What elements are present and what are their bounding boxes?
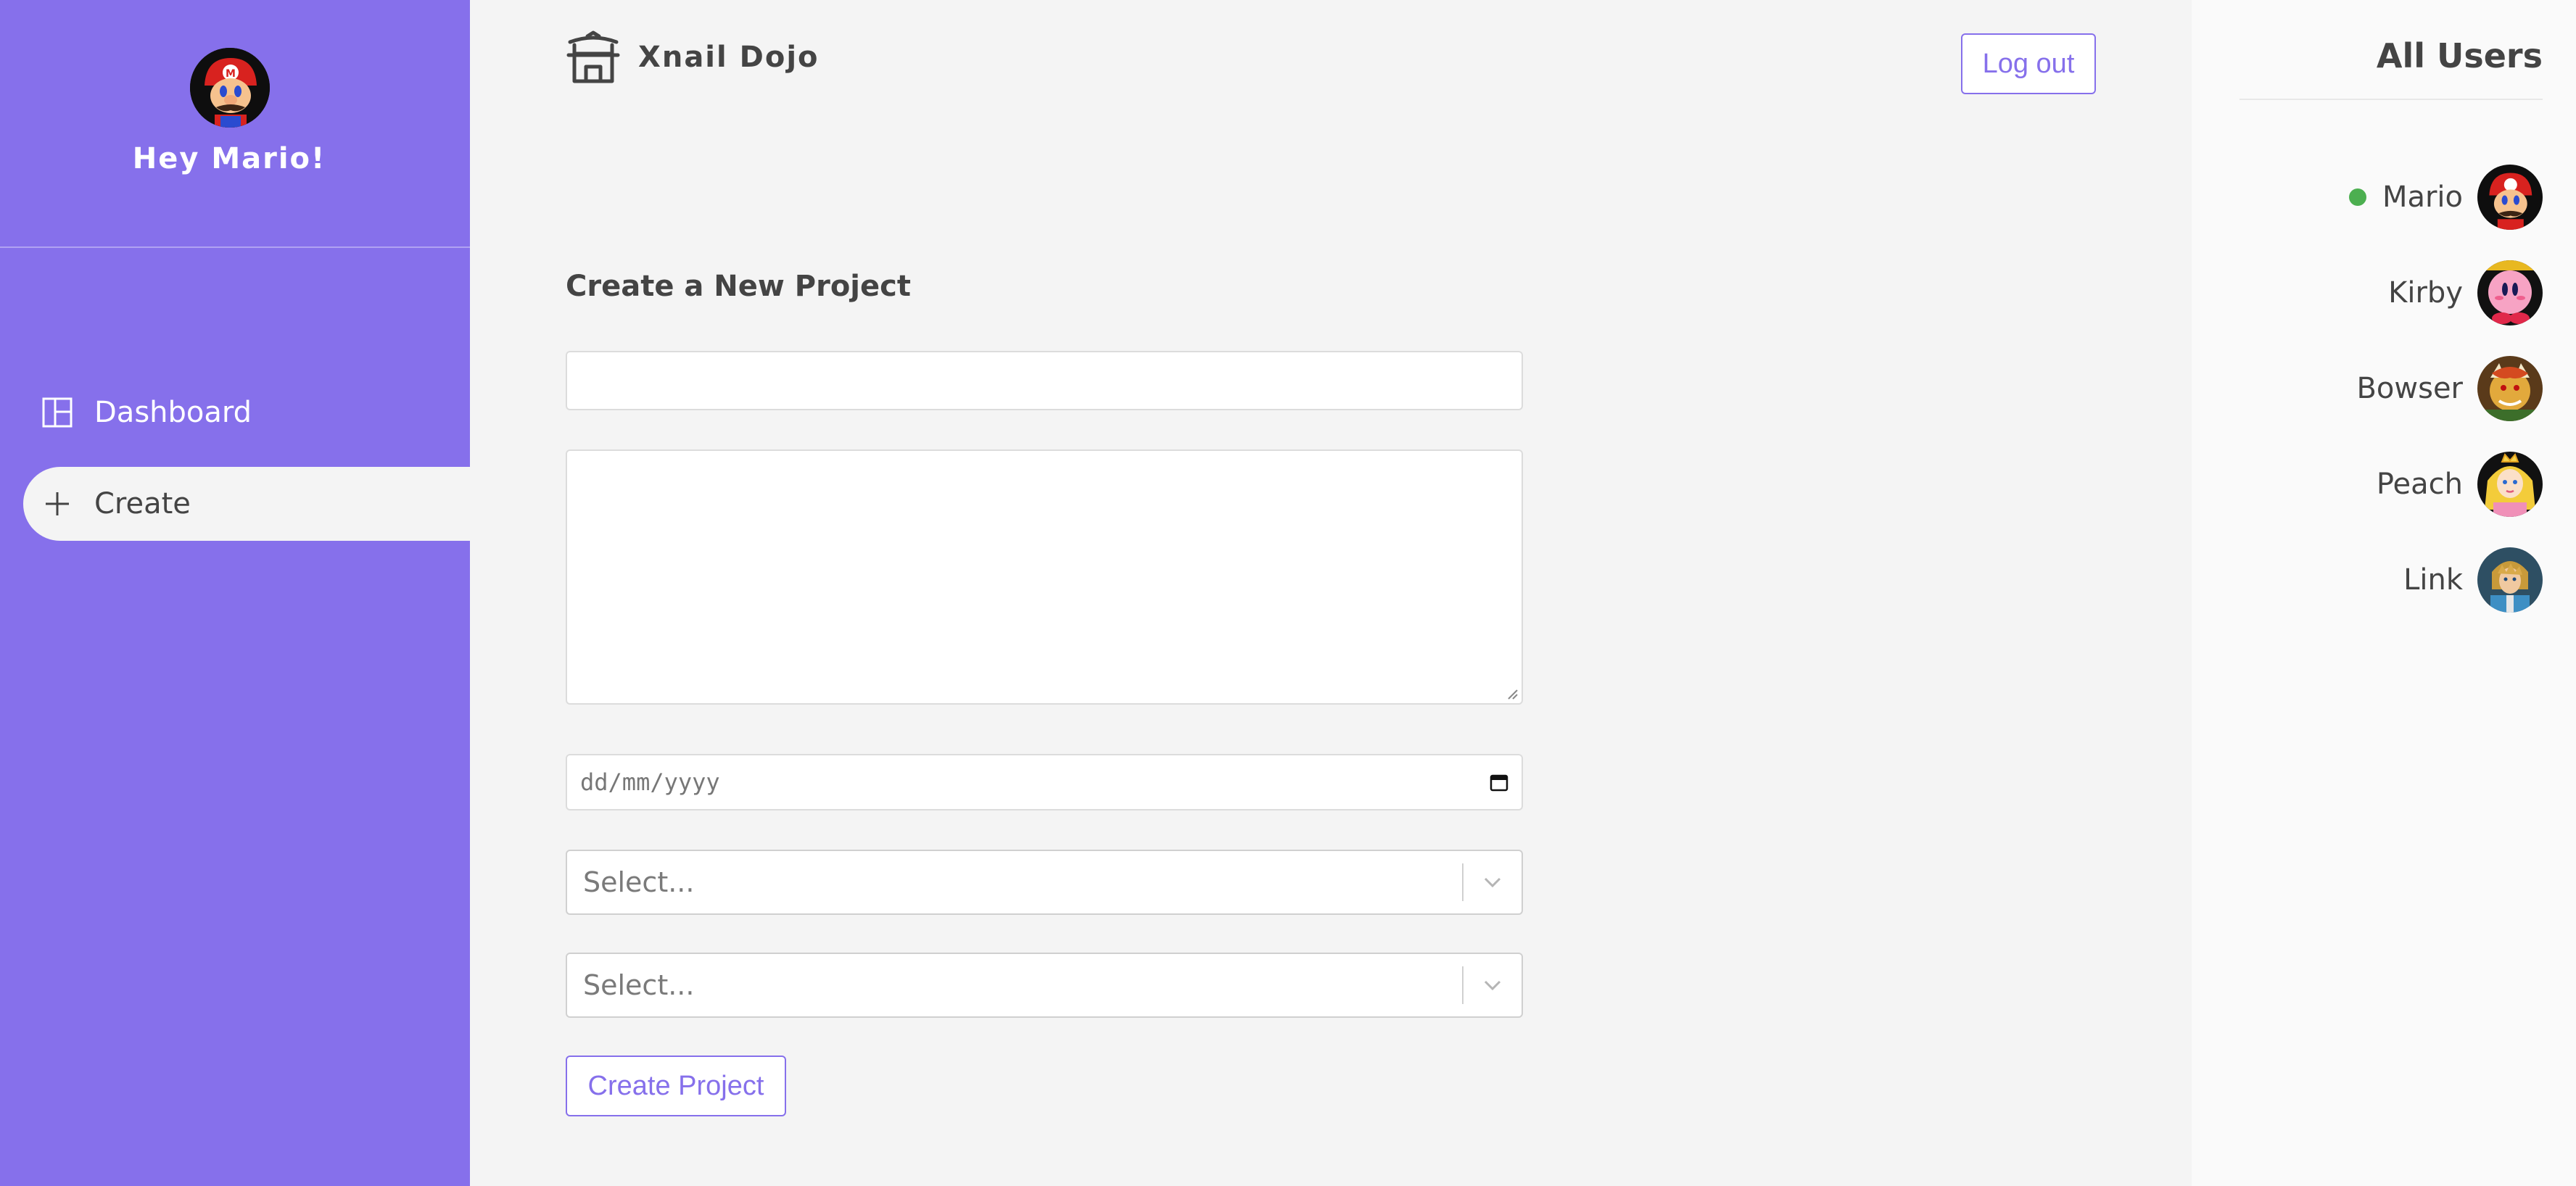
nav-label-dashboard: Dashboard bbox=[94, 396, 252, 429]
peach-avatar-icon bbox=[2477, 452, 2543, 517]
nav-item-create[interactable]: Create bbox=[23, 467, 470, 541]
users-panel-title: All Users bbox=[2376, 36, 2543, 75]
project-name-input[interactable] bbox=[566, 351, 1523, 410]
mario-avatar-icon bbox=[2477, 165, 2543, 230]
due-date-input[interactable]: dd/mm/yyyy bbox=[566, 754, 1523, 810]
user-avatar: M bbox=[190, 48, 270, 128]
link-avatar-icon bbox=[2477, 547, 2543, 613]
date-placeholder: dd/mm/yyyy bbox=[580, 768, 720, 796]
svg-text:M: M bbox=[226, 68, 236, 80]
chevron-down-icon[interactable] bbox=[1464, 876, 1522, 889]
calendar-icon[interactable] bbox=[1490, 773, 1508, 792]
user-list-item: Link bbox=[2403, 547, 2543, 613]
user-list-item: Bowser bbox=[2356, 356, 2543, 421]
user-name: Link bbox=[2403, 563, 2463, 597]
sidebar-user: M Hey Mario! bbox=[0, 0, 470, 248]
user-name: Peach bbox=[2376, 468, 2463, 501]
create-project-button[interactable]: Create Project bbox=[566, 1056, 786, 1116]
chevron-down-icon[interactable] bbox=[1464, 979, 1522, 992]
logout-button[interactable]: Log out bbox=[1961, 33, 2096, 94]
dojo-temple-icon bbox=[566, 30, 621, 86]
mario-avatar-icon: M bbox=[190, 48, 270, 128]
divider bbox=[2239, 99, 2543, 100]
category-select[interactable]: Select... bbox=[566, 850, 1523, 915]
user-name: Kirby bbox=[2388, 276, 2463, 310]
project-details-textarea[interactable] bbox=[566, 449, 1523, 705]
brand-name[interactable]: Xnail Dojo bbox=[638, 41, 820, 74]
user-list-item: Mario bbox=[2348, 165, 2543, 230]
kirby-avatar-icon bbox=[2477, 260, 2543, 325]
user-name: Mario bbox=[2382, 181, 2463, 214]
bowser-avatar-icon bbox=[2477, 356, 2543, 421]
user-name: Bowser bbox=[2356, 372, 2463, 405]
sidebar: M Hey Mario! Dashboard Create bbox=[0, 0, 470, 1186]
user-list-item: Peach bbox=[2377, 452, 2543, 517]
online-status-icon bbox=[2348, 188, 2366, 206]
dashboard-icon bbox=[41, 396, 74, 429]
plus-icon bbox=[41, 487, 74, 521]
page-title: Create a New Project bbox=[566, 270, 911, 303]
greeting-text: Hey Mario! bbox=[132, 142, 326, 175]
nav-label-create: Create bbox=[94, 487, 191, 521]
user-list-item: Kirby bbox=[2388, 260, 2543, 325]
category-placeholder: Select... bbox=[583, 866, 695, 898]
assign-users-select[interactable]: Select... bbox=[566, 953, 1523, 1018]
users-panel: All Users Mario Kirby Bowser Peach Link bbox=[2192, 0, 2576, 1186]
nav-item-dashboard[interactable]: Dashboard bbox=[23, 376, 470, 449]
assign-placeholder: Select... bbox=[583, 969, 695, 1001]
resize-handle-icon[interactable] bbox=[1506, 687, 1519, 700]
